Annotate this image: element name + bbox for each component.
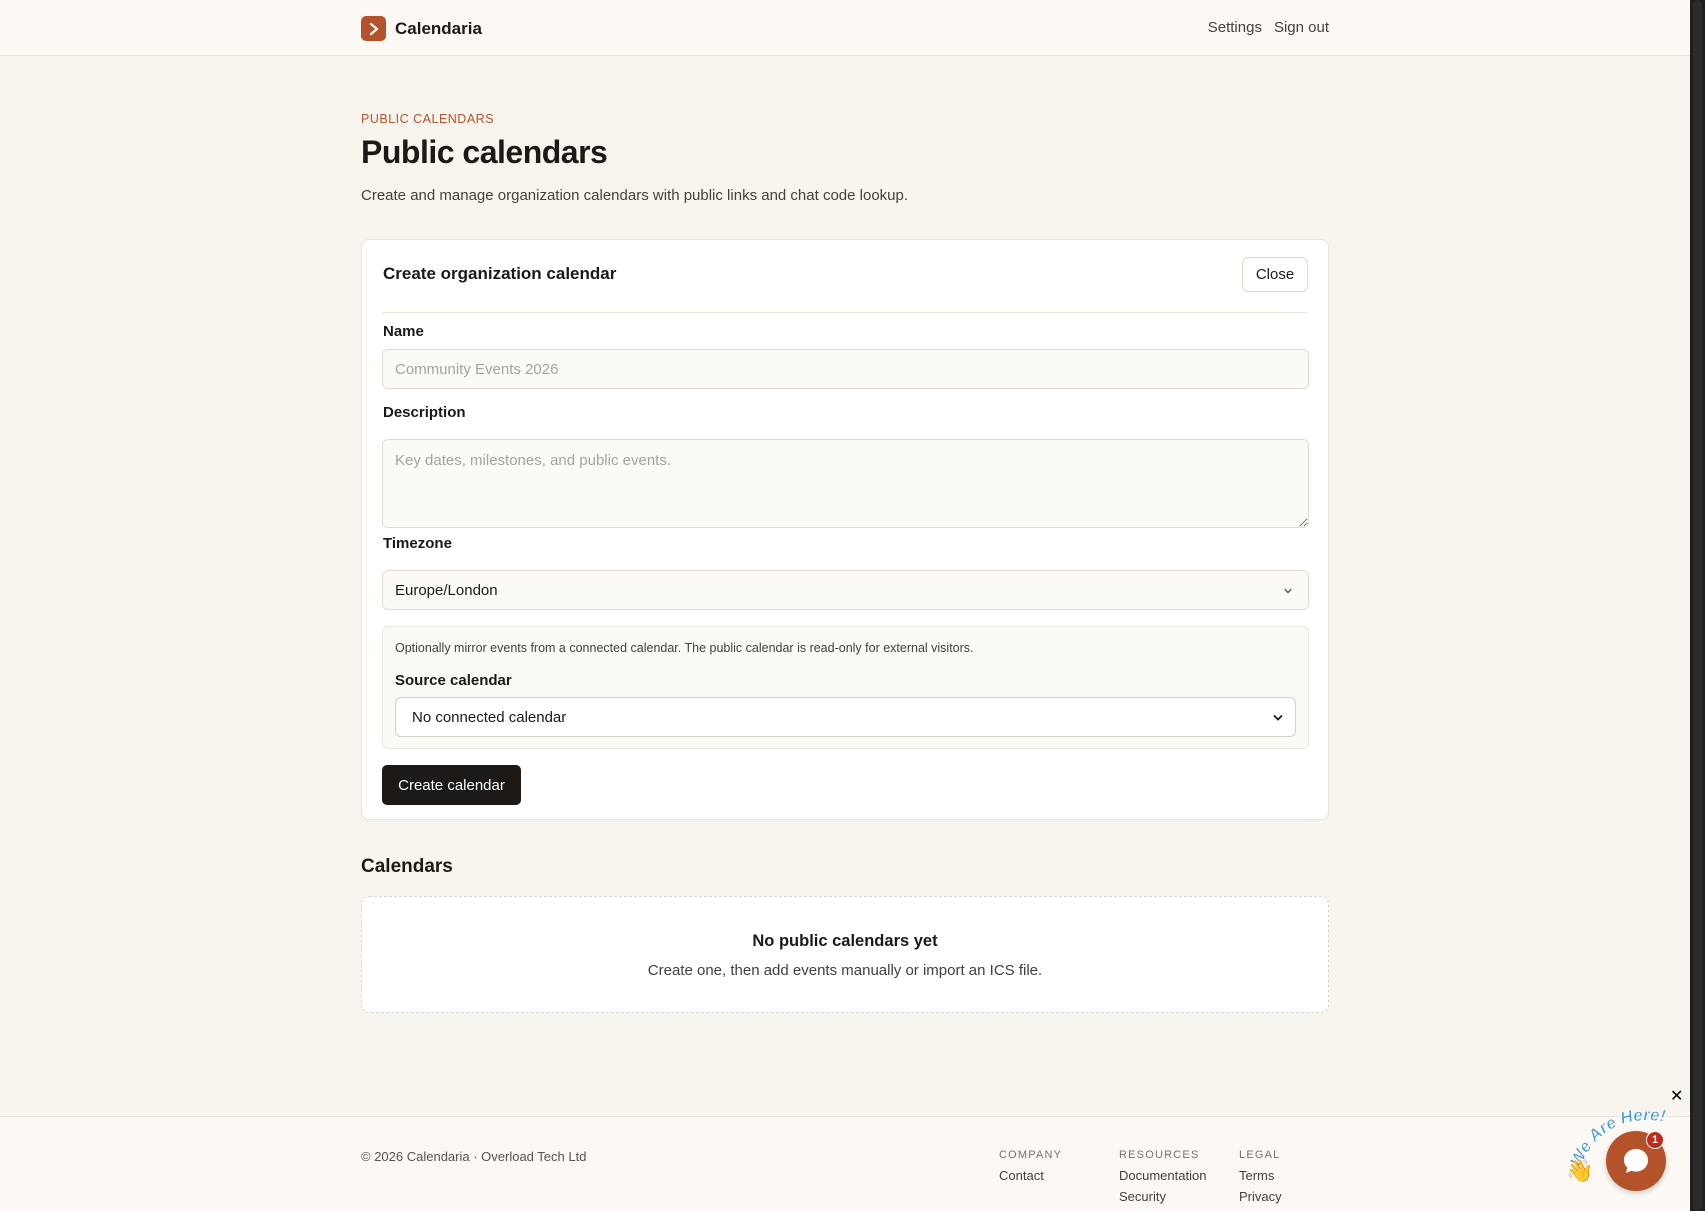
card-title: Create organization calendar (383, 264, 617, 283)
mirror-note: Optionally mirror events from a connecte… (395, 641, 974, 655)
chevron-down-icon (1282, 584, 1294, 601)
scrollbar[interactable] (1690, 0, 1705, 1211)
footer-column-resources: RESOURCES Documentation Security (1119, 1149, 1206, 1210)
source-label: Source calendar (395, 672, 512, 689)
create-calendar-button[interactable]: Create calendar (382, 765, 521, 805)
footer-column-legal: LEGAL Terms Privacy (1239, 1149, 1282, 1210)
top-bar: Calendaria Settings Sign out (0, 0, 1690, 56)
brand[interactable]: Calendaria (361, 16, 482, 41)
page-eyebrow: PUBLIC CALENDARS (361, 112, 495, 126)
footer: © 2026 Calendaria · Overload Tech Ltd CO… (0, 1116, 1690, 1211)
settings-link[interactable]: Settings (1208, 19, 1262, 36)
timezone-select[interactable]: Europe/London (382, 570, 1309, 610)
empty-state: No public calendars yet Create one, then… (361, 896, 1329, 1013)
timezone-value: Europe/London (395, 581, 498, 599)
footer-heading: COMPANY (999, 1149, 1063, 1161)
name-input[interactable] (382, 349, 1309, 389)
chat-bubble-icon (1624, 1149, 1648, 1173)
footer-heading: RESOURCES (1119, 1149, 1200, 1161)
scrollbar-thumb[interactable] (1693, 0, 1702, 1211)
brand-name: Calendaria (395, 18, 482, 38)
timezone-label: Timezone (383, 535, 452, 552)
footer-column-company: COMPANY Contact (999, 1149, 1062, 1189)
mirror-panel: Optionally mirror events from a connecte… (382, 626, 1309, 749)
empty-title: No public calendars yet (752, 932, 938, 950)
calendars-title: Calendars (361, 856, 453, 877)
footer-link-documentation[interactable]: Documentation (1119, 1168, 1206, 1183)
page-title: Public calendars (361, 134, 608, 170)
source-value: No connected calendar (412, 708, 567, 726)
description-input[interactable] (382, 439, 1309, 528)
chat-badge: 1 (1646, 1131, 1664, 1149)
sign-out-link[interactable]: Sign out (1274, 19, 1329, 36)
close-button[interactable]: Close (1242, 257, 1308, 292)
name-label: Name (383, 323, 424, 340)
footer-link-security[interactable]: Security (1119, 1189, 1206, 1204)
footer-heading: LEGAL (1239, 1149, 1281, 1161)
top-nav: Settings Sign out (1208, 19, 1329, 36)
footer-link-privacy[interactable]: Privacy (1239, 1189, 1282, 1204)
empty-subtitle: Create one, then add events manually or … (647, 962, 1043, 979)
footer-link-contact[interactable]: Contact (999, 1168, 1062, 1183)
create-calendar-card: Create organization calendar Close Name … (361, 239, 1329, 820)
card-divider (382, 312, 1308, 313)
source-calendar-select[interactable]: No connected calendar (395, 697, 1296, 737)
page-subtitle: Create and manage organization calendars… (361, 187, 909, 204)
footer-link-terms[interactable]: Terms (1239, 1168, 1282, 1183)
page: Calendaria Settings Sign out PUBLIC CALE… (0, 0, 1705, 1211)
copyright: © 2026 Calendaria · Overload Tech Ltd (361, 1149, 587, 1164)
waving-hand-icon: 👋 (1566, 1158, 1594, 1183)
description-label: Description (383, 404, 466, 421)
chevron-right-icon (361, 16, 386, 41)
chevron-down-icon (1271, 711, 1285, 729)
